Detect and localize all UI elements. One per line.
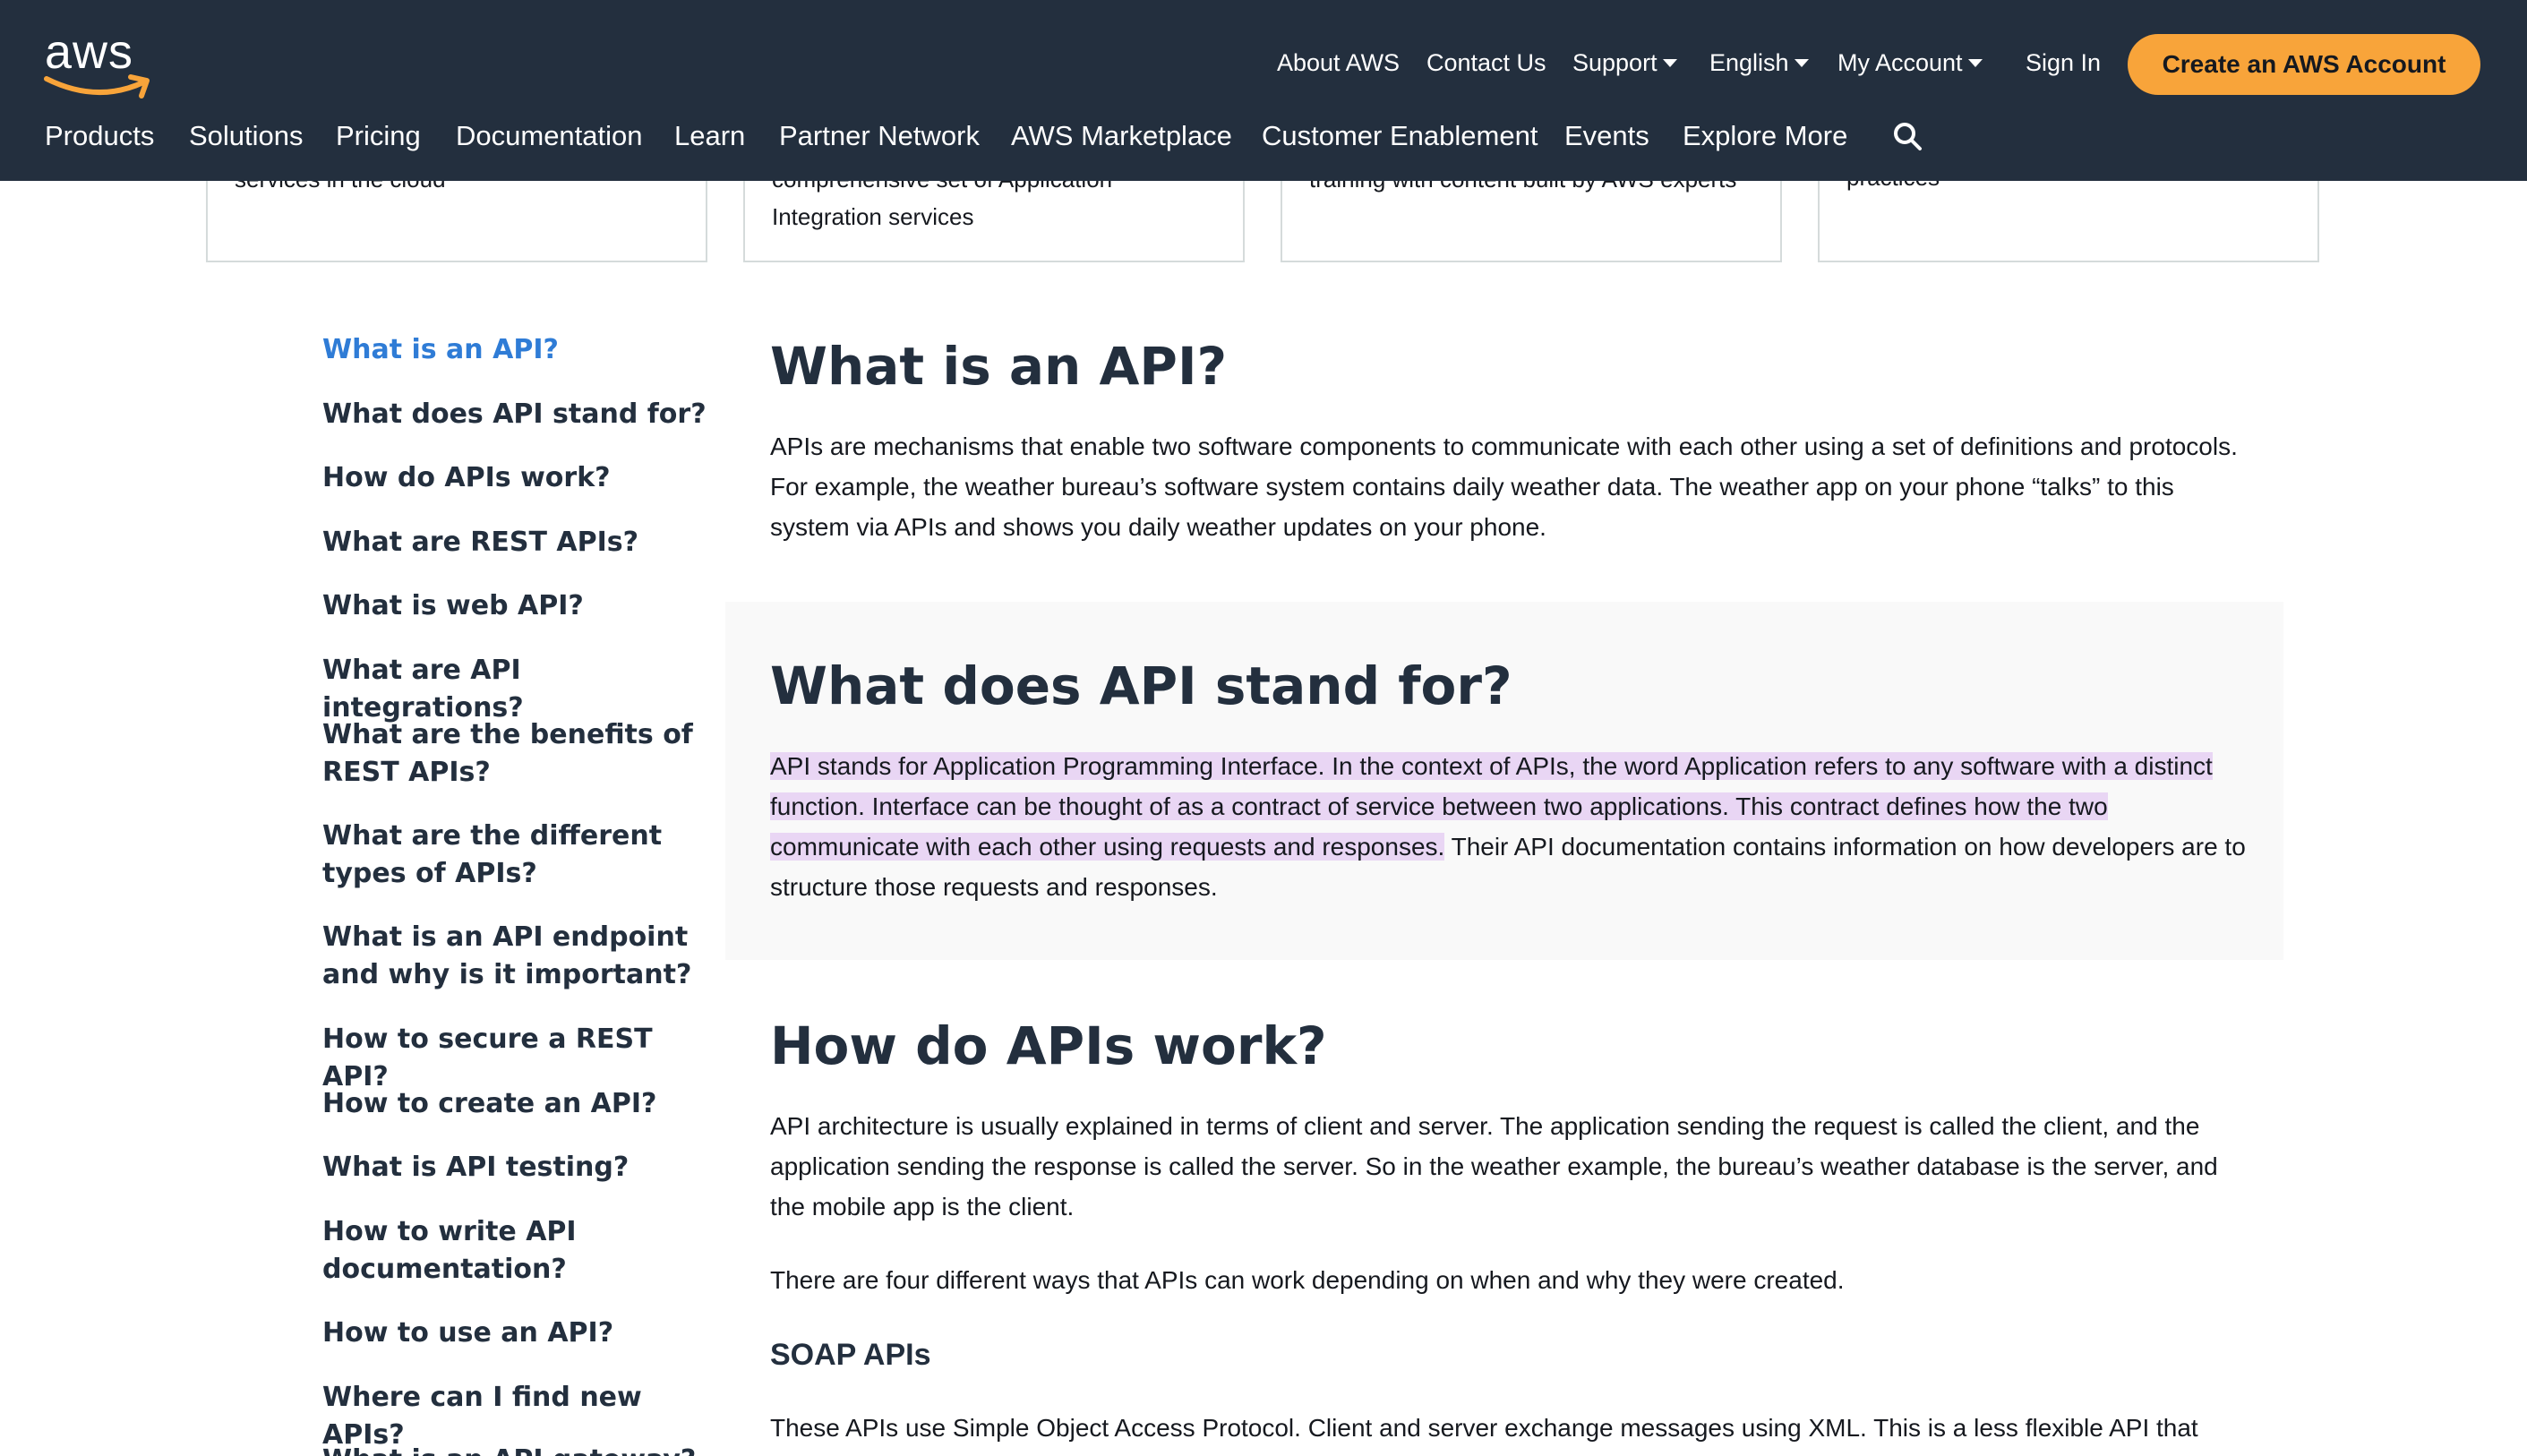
toc-item-api-gateway[interactable]: What is an API gateway? [322,1442,716,1456]
my-account-dropdown[interactable]: My Account [1837,45,1983,81]
nav-learn[interactable]: Learn [674,116,745,156]
subsection-title: SOAP APIs [770,1338,931,1372]
language-dropdown[interactable]: English [1709,45,1809,81]
toc-item-api-documentation[interactable]: How to write API documentation? [322,1213,716,1289]
nav-pricing[interactable]: Pricing [336,116,421,156]
about-aws-link[interactable]: About AWS [1277,45,1400,81]
nav-customer-enablement[interactable]: Customer Enablement [1262,116,1538,156]
section-title: How do APIs work? [770,1015,1327,1076]
section-title: What is an API? [770,336,1228,397]
language-label: English [1709,49,1789,76]
support-label: Support [1572,49,1658,76]
top-header: aws About AWS Contact Us Support English… [0,0,2527,181]
toc-item-api-endpoint[interactable]: What is an API endpoint and why is it im… [322,919,716,994]
chevron-down-icon [1662,59,1677,67]
nav-events[interactable]: Events [1564,116,1649,156]
nav-partner-network[interactable]: Partner Network [779,116,980,156]
toc-item-rest-benefits[interactable]: What are the benefits of REST APIs? [322,716,716,792]
toc-item-what-is-an-api[interactable]: What is an API? [322,331,716,369]
nav-documentation[interactable]: Documentation [456,116,643,156]
section-paragraph: APIs are mechanisms that enable two soft… [770,433,2238,541]
aws-logo[interactable]: aws [43,25,154,106]
toc-item-how-apis-work[interactable]: How do APIs work? [322,459,716,497]
nav-products[interactable]: Products [45,116,154,156]
chevron-down-icon [1967,59,1983,67]
support-dropdown[interactable]: Support [1572,45,1677,81]
section-paragraph: API architecture is usually explained in… [770,1112,2218,1220]
toc-item-create-api[interactable]: How to create an API? [322,1085,716,1123]
smile-arrow-icon [44,74,150,98]
toc-item-api-testing[interactable]: What is API testing? [322,1149,716,1186]
sign-in-link[interactable]: Sign In [2026,45,2101,81]
contact-us-link[interactable]: Contact Us [1426,45,1546,81]
toc-item-api-types[interactable]: What are the different types of APIs? [322,818,716,893]
logo-text: aws [45,25,134,79]
nav-aws-marketplace[interactable]: AWS Marketplace [1011,116,1232,156]
card-text: Integration services [772,203,974,230]
nav-explore-more[interactable]: Explore More [1683,116,1847,156]
chevron-down-icon [1794,59,1809,67]
toc-item-web-api[interactable]: What is web API? [322,587,716,625]
nav-solutions[interactable]: Solutions [189,116,304,156]
section-paragraph: There are four different ways that APIs … [770,1266,1845,1294]
section-title: What does API stand for? [770,655,1512,716]
create-account-button[interactable]: Create an AWS Account [2128,34,2480,95]
my-account-label: My Account [1837,49,1963,76]
section-paragraph: These APIs use Simple Object Access Prot… [770,1414,2198,1442]
toc-item-api-stand-for[interactable]: What does API stand for? [322,396,716,433]
search-icon[interactable] [1891,120,1923,152]
toc-item-rest-apis[interactable]: What are REST APIs? [322,524,716,561]
section-paragraph: API stands for Application Programming I… [770,746,2257,907]
toc-item-use-api[interactable]: How to use an API? [322,1315,716,1352]
